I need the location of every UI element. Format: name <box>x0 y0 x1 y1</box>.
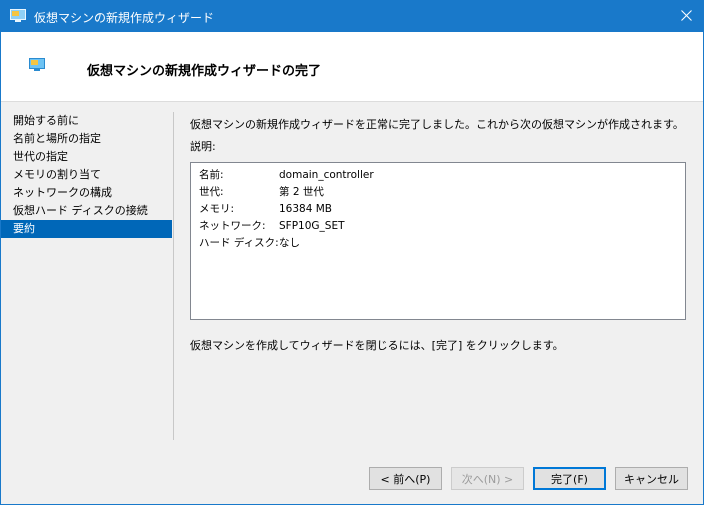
summary-key: ネットワーク: <box>199 220 266 232</box>
nav-divider <box>173 112 174 440</box>
wizard-steps-nav: 開始する前に 名前と場所の指定 世代の指定 メモリの割り当て ネットワークの構成… <box>1 112 172 238</box>
nav-item-before-you-begin[interactable]: 開始する前に <box>1 112 172 130</box>
summary-key: 名前: <box>199 169 224 181</box>
nav-item-summary[interactable]: 要約 <box>1 220 172 238</box>
summary-textbox[interactable]: 名前: domain_controller 世代: 第 2 世代 メモリ: 16384… <box>190 162 686 320</box>
title-bar[interactable]: 仮想マシンの新規作成ウィザード <box>1 1 703 32</box>
summary-key: 世代: <box>199 186 224 198</box>
nav-item-generation[interactable]: 世代の指定 <box>1 148 172 166</box>
summary-value: 第 2 世代 <box>279 186 324 198</box>
completion-message: 仮想マシンの新規作成ウィザードを正常に完了しました。これから次の仮想マシンが作成… <box>190 118 684 131</box>
summary-key: メモリ: <box>199 203 235 215</box>
nav-item-memory[interactable]: メモリの割り当て <box>1 166 172 184</box>
nav-item-name-and-location[interactable]: 名前と場所の指定 <box>1 130 172 148</box>
summary-value: SFP10G_SET <box>279 220 345 232</box>
nav-item-networking[interactable]: ネットワークの構成 <box>1 184 172 202</box>
description-label: 説明: <box>190 140 216 153</box>
wizard-header: 仮想マシンの新規作成ウィザードの完了 <box>1 32 703 102</box>
nav-item-virtual-hard-disk[interactable]: 仮想ハード ディスクの接続 <box>1 202 172 220</box>
wizard-window: 仮想マシンの新規作成ウィザード 仮想マシンの新規作成ウィザードの完了 開始する前… <box>0 0 704 505</box>
finish-button[interactable]: 完了(F) <box>533 467 606 490</box>
summary-row: ネットワーク: SFP10G_SET <box>199 218 345 233</box>
summary-row: 名前: domain_controller <box>199 167 374 182</box>
close-button[interactable] <box>669 1 703 32</box>
page-title: 仮想マシンの新規作成ウィザードの完了 <box>87 64 322 79</box>
previous-button[interactable]: < 前へ(P) <box>369 467 442 490</box>
summary-value: domain_controller <box>279 169 374 181</box>
summary-value: なし <box>279 237 300 249</box>
summary-row: ハード ディスク:なし <box>199 235 300 250</box>
summary-row: メモリ: 16384 MB <box>199 201 332 216</box>
virtual-machine-icon <box>10 9 26 23</box>
summary-value: 16384 MB <box>279 203 333 215</box>
virtual-machine-icon <box>29 58 45 72</box>
cancel-button[interactable]: キャンセル <box>615 467 688 490</box>
close-icon <box>680 9 692 24</box>
finish-instruction: 仮想マシンを作成してウィザードを閉じるには、[完了] をクリックします。 <box>190 339 564 352</box>
summary-row: 世代: 第 2 世代 <box>199 184 324 199</box>
next-button[interactable]: 次へ(N) > <box>451 467 524 490</box>
summary-key: ハード ディスク: <box>199 237 279 249</box>
window-title: 仮想マシンの新規作成ウィザード <box>34 11 215 25</box>
